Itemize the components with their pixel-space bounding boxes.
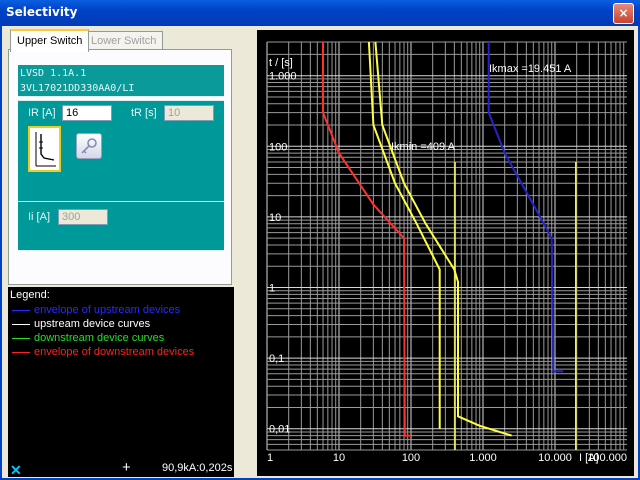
curve-type-button[interactable]	[28, 126, 61, 172]
instantaneous-settings	[18, 202, 224, 251]
key-button[interactable]	[76, 133, 102, 159]
device-order-number: 3VL17021DD330AA0/LI	[20, 83, 135, 94]
x-axis-label: I [A]	[579, 452, 599, 464]
y-tick-label: 1	[269, 283, 275, 295]
key-icon	[81, 138, 97, 154]
ir-input[interactable]: 16	[62, 105, 112, 121]
y-tick-label: 0,01	[269, 424, 290, 436]
cursor-readout: 90,9kA:0,202s	[162, 462, 233, 474]
device-name: LVSD 1.1A.1	[20, 68, 87, 79]
tr-input: 10	[164, 105, 214, 121]
y-tick-label: 10	[269, 212, 281, 224]
close-button[interactable]: ×	[613, 3, 634, 24]
legend-swatch	[12, 310, 30, 311]
trip-curve-icon	[35, 132, 56, 167]
crosshair-icon[interactable]: +	[122, 459, 131, 476]
legend-label: downstream device curves	[34, 332, 165, 344]
legend-label: envelope of upstream devices	[34, 304, 181, 316]
legend-swatch	[12, 338, 30, 339]
legend-panel: Legend: envelope of upstream devices upst…	[8, 287, 234, 477]
x-tick-label: 10.000	[538, 452, 572, 464]
close-x-icon[interactable]: ✕	[10, 462, 22, 479]
window-title: Selectivity	[6, 5, 78, 19]
tab-upper-switch[interactable]: Upper Switch	[10, 29, 90, 52]
legend-label: envelope of downstream devices	[34, 346, 195, 358]
device-info: LVSD 1.1A.1 3VL17021DD330AA0/LI	[18, 65, 224, 97]
y-tick-label: 1.000	[269, 71, 297, 83]
chart-svg[interactable]: 1.0001001010,10,011 10 100 1.000 10.000 100.0…	[257, 30, 634, 476]
annotation-label: Ikmin =409 A	[391, 141, 456, 153]
tr-label: tR [s]	[131, 107, 157, 119]
ii-input: 300	[58, 209, 108, 225]
x-tick-label: 10	[333, 452, 345, 464]
y-tick-label: 0,1	[269, 353, 284, 365]
ii-label: Ii [A]	[28, 211, 51, 223]
legend-label: upstream device curves	[34, 318, 151, 330]
legend-swatch	[12, 324, 30, 325]
y-axis-label: t / [s]	[269, 57, 293, 69]
legend-title: Legend:	[10, 289, 50, 301]
y-tick-label: 100	[269, 141, 287, 153]
x-tick-label: 100	[402, 452, 420, 464]
x-tick-label: 1.000	[469, 452, 497, 464]
x-tick-label: 1	[267, 452, 273, 464]
tab-lower-switch[interactable]: Lower Switch	[84, 31, 164, 50]
annotation-label: Ikmax =19.451 A	[489, 63, 572, 75]
ir-label: IR [A]	[28, 107, 56, 119]
trip-curve	[374, 41, 512, 437]
legend-swatch	[12, 352, 30, 353]
selectivity-chart[interactable]: 1.000 100 10 1 0,1 0,01 1 10 100 1.000 10.000 100.0…	[257, 30, 634, 476]
window-titlebar: Selectivity ×	[0, 0, 640, 26]
